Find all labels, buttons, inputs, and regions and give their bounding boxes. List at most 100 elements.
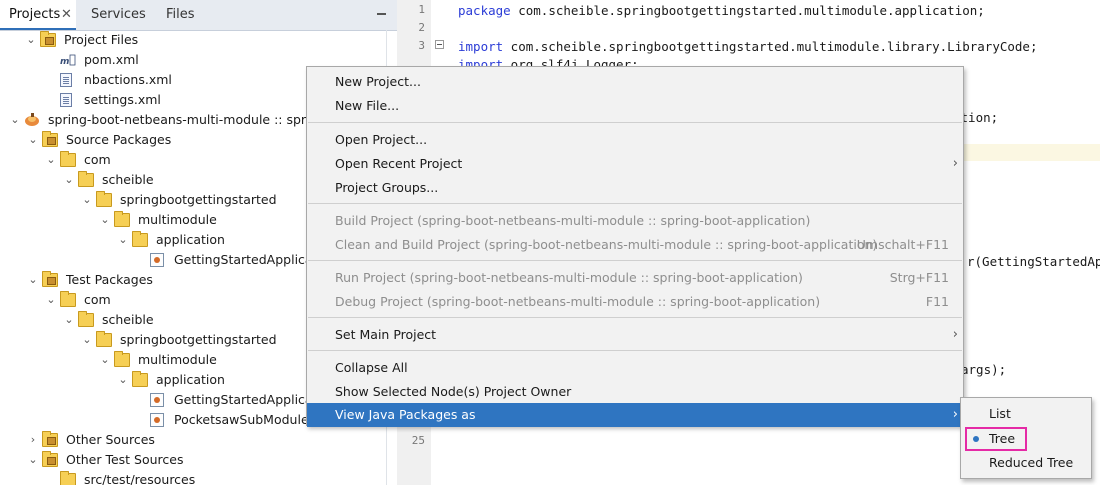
tab-label: Services: [91, 7, 146, 22]
chevron-down-icon[interactable]: ⌄: [27, 270, 39, 290]
fold-collapse-icon[interactable]: [435, 40, 444, 49]
menu-item-label: Build Project (spring-boot-netbeans-mult…: [335, 213, 811, 228]
xml-file-icon: [60, 73, 72, 87]
maven-project-icon: [24, 113, 40, 127]
menu-collapse-all[interactable]: Collapse All: [307, 356, 963, 380]
menu-item-label: Open Project...: [335, 132, 428, 147]
folder-icon: [114, 351, 130, 367]
tree-node-label: settings.xml: [84, 92, 161, 107]
line-number: 2: [418, 21, 425, 34]
menu-show-project-owner[interactable]: Show Selected Node(s) Project Owner: [307, 380, 963, 404]
chevron-down-icon[interactable]: ⌄: [81, 330, 93, 350]
code-keyword: package: [458, 3, 511, 18]
tree-node-label: GettingStartedApplicat: [174, 252, 318, 267]
tab-label: Projects: [9, 7, 61, 22]
tree-node-label: Source Packages: [66, 132, 172, 147]
menu-open-project[interactable]: Open Project...: [307, 128, 963, 152]
tree-node[interactable]: ⌄ Other Test Sources: [0, 450, 386, 470]
submenu-item-list[interactable]: List: [961, 402, 1091, 426]
menu-item-label: Set Main Project: [335, 327, 437, 342]
menu-item-shortcut: Umschalt+F11: [856, 237, 949, 252]
folder-icon: [60, 151, 76, 167]
source-packages-icon: [42, 131, 58, 147]
java-test-class-icon: [150, 393, 164, 407]
menu-item-label: New Project...: [335, 74, 421, 89]
chevron-down-icon[interactable]: ⌄: [63, 170, 75, 190]
tree-node-label: multimodule: [138, 352, 217, 367]
menu-separator: [308, 260, 962, 261]
menu-clean-build-project[interactable]: Clean and Build Project (spring-boot-net…: [307, 233, 963, 257]
menu-item-label: Collapse All: [335, 360, 408, 375]
chevron-down-icon[interactable]: ⌄: [9, 110, 21, 130]
chevron-down-icon[interactable]: ⌄: [63, 310, 75, 330]
menu-separator: [308, 203, 962, 204]
project-files-folder-icon: [40, 31, 56, 47]
test-packages-icon: [42, 271, 58, 287]
submenu-item-label: Reduced Tree: [989, 455, 1074, 470]
menu-item-label: Run Project (spring-boot-netbeans-multi-…: [335, 270, 803, 285]
panel-tab-bar: Projects ✕ Services Files: [0, 0, 397, 31]
menu-open-recent-project[interactable]: Open Recent Project ›: [307, 152, 963, 176]
folder-icon: [114, 211, 130, 227]
context-menu: New Project... New File... Open Project...…: [306, 66, 964, 427]
tab-label: Files: [166, 7, 195, 22]
menu-item-label: Clean and Build Project (spring-boot-net…: [335, 237, 878, 252]
chevron-down-icon[interactable]: ⌄: [25, 30, 37, 50]
submenu-item-label: List: [989, 406, 1011, 421]
menu-new-file[interactable]: New File...: [307, 94, 963, 118]
menu-debug-project[interactable]: Debug Project (spring-boot-netbeans-mult…: [307, 290, 963, 314]
chevron-down-icon[interactable]: ⌄: [99, 350, 111, 370]
folder-icon: [78, 171, 94, 187]
chevron-down-icon[interactable]: ⌄: [27, 130, 39, 150]
code-text: com.scheible.springbootgettingstarted.mu…: [510, 3, 985, 18]
code-line: package com.scheible.springbootgettingst…: [458, 3, 985, 18]
submenu-item-reduced-tree[interactable]: Reduced Tree: [961, 451, 1091, 475]
chevron-down-icon[interactable]: ⌄: [117, 230, 129, 250]
tab-projects[interactable]: Projects ✕: [0, 0, 76, 30]
tree-node-label: scheible: [102, 172, 154, 187]
line-number: 3: [418, 39, 425, 52]
chevron-down-icon[interactable]: ⌄: [81, 190, 93, 210]
chevron-down-icon[interactable]: ⌄: [117, 370, 129, 390]
tree-node-label: springbootgettingstarted: [120, 332, 277, 347]
svg-text:m: m: [60, 57, 69, 67]
menu-project-groups[interactable]: Project Groups...: [307, 176, 963, 200]
menu-item-label: Show Selected Node(s) Project Owner: [335, 384, 572, 399]
chevron-down-icon[interactable]: ⌄: [45, 290, 57, 310]
chevron-down-icon[interactable]: ⌄: [99, 210, 111, 230]
tree-node-label: pom.xml: [84, 52, 139, 67]
minimize-icon[interactable]: [377, 13, 386, 15]
menu-item-shortcut: F11: [925, 294, 949, 309]
chevron-down-icon[interactable]: ⌄: [45, 150, 57, 170]
tree-node-label: nbactions.xml: [84, 72, 172, 87]
menu-item-label: View Java Packages as: [335, 407, 476, 422]
chevron-right-icon: ›: [952, 156, 958, 171]
tree-node[interactable]: ⌄ Project Files: [0, 30, 386, 50]
menu-view-java-packages-as[interactable]: View Java Packages as ›: [307, 403, 963, 427]
chevron-right-icon[interactable]: ›: [27, 430, 39, 450]
line-number: 1: [418, 3, 425, 16]
tab-files[interactable]: Files: [166, 0, 195, 30]
tree-node[interactable]: › Other Sources: [0, 430, 386, 450]
tab-services[interactable]: Services: [91, 0, 146, 30]
menu-item-label: Project Groups...: [335, 180, 439, 195]
menu-build-project[interactable]: Build Project (spring-boot-netbeans-mult…: [307, 209, 963, 233]
menu-item-label: New File...: [335, 98, 400, 113]
tree-node-label: Other Test Sources: [66, 452, 184, 467]
annotation-highlight-box: [965, 427, 1027, 451]
folder-icon: [132, 231, 148, 247]
tree-node-label: springbootgettingstarted: [120, 192, 277, 207]
chevron-right-icon: ›: [952, 327, 958, 342]
folder-icon: [96, 191, 112, 207]
menu-set-main-project[interactable]: Set Main Project ›: [307, 323, 963, 347]
chevron-down-icon[interactable]: ⌄: [27, 450, 39, 470]
code-text: com.scheible.springbootgettingstarted.mu…: [503, 39, 1038, 54]
tree-node-label: PocketsawSubModules: [174, 412, 316, 427]
code-line: import com.scheible.springbootgettingsta…: [458, 39, 1037, 54]
menu-run-project[interactable]: Run Project (spring-boot-netbeans-multi-…: [307, 266, 963, 290]
menu-item-label: Debug Project (spring-boot-netbeans-mult…: [335, 294, 821, 309]
tree-node[interactable]: src/test/resources: [0, 470, 386, 485]
tree-node-label: scheible: [102, 312, 154, 327]
close-icon[interactable]: ✕: [61, 0, 72, 30]
menu-new-project[interactable]: New Project...: [307, 70, 963, 94]
